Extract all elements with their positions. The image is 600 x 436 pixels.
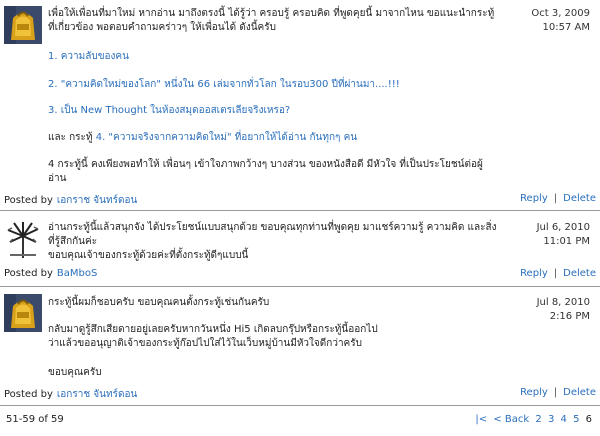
comment-3-footer: Posted by เอกราช จันทร์ดอน Reply | Delete bbox=[0, 384, 600, 403]
separator bbox=[0, 210, 600, 211]
reply-link[interactable]: Reply bbox=[520, 387, 548, 398]
comment-text: ว่าแล้วขออนุญาติเจ้าของกระทู้ก๊อปไปใส่ไว… bbox=[48, 338, 362, 349]
comment-text: กระทู้นี้ผมก็ชอบครับ ขอบคุณคนตั้งกระทู้เ… bbox=[48, 297, 270, 308]
avatar-bag-image bbox=[4, 294, 42, 332]
avatar-palm-image bbox=[4, 220, 42, 258]
comment-2-footer: Posted by BaMboS Reply | Delete bbox=[0, 265, 600, 284]
current-page: 6 bbox=[585, 414, 592, 425]
result-count: 51-59 of 59 bbox=[6, 414, 64, 425]
related-link-3[interactable]: 3. เป็น New Thought ในห้องสมุดออสเตรเลีย… bbox=[48, 104, 498, 118]
delete-link[interactable]: Delete bbox=[563, 268, 596, 279]
reply-link[interactable]: Reply bbox=[520, 193, 548, 204]
separator bbox=[0, 286, 600, 287]
comment-text: กลับมาดูรู้สึกเสียดายอยู่เลยครับหากวันหน… bbox=[48, 324, 378, 335]
posted-by: Posted by เอกราช จันทร์ดอน bbox=[4, 193, 137, 208]
related-line-4: และ กระทู้ 4. "ความจริงจากความคิดใหม่" ท… bbox=[48, 131, 498, 145]
date-line: Jul 6, 2010 bbox=[536, 222, 590, 233]
comment-date: Jul 6, 2010 11:01 PM bbox=[505, 221, 590, 249]
related-link-1[interactable]: 1. ความลับของคน bbox=[48, 50, 498, 64]
comment-date: Oct 3, 2009 10:57 AM bbox=[505, 7, 590, 35]
comment-text: อ่านกระทู้นี้แล้วสนุกจัง ได้ประโยชน์แบบส… bbox=[48, 222, 497, 247]
time-line: 10:57 AM bbox=[542, 22, 590, 33]
first-page-link[interactable]: |< bbox=[475, 414, 487, 425]
reply-link[interactable]: Reply bbox=[520, 268, 548, 279]
related-link-2[interactable]: 2. "ความคิดใหม่ของโลก" หนึ่งใน 66 เล่มจา… bbox=[48, 78, 498, 92]
comment-text: เพื่อให้เพื่อนที่มาใหม่ หากอ่าน มาถึงตรง… bbox=[48, 8, 495, 33]
author-link[interactable]: เอกราช จันทร์ดอน bbox=[57, 389, 137, 400]
author-link[interactable]: BaMboS bbox=[57, 268, 97, 279]
comment-actions: Reply | Delete bbox=[520, 193, 596, 204]
comment-date: Jul 8, 2010 2:16 PM bbox=[505, 296, 590, 324]
page-link[interactable]: 3 bbox=[548, 414, 554, 425]
avatar[interactable] bbox=[4, 6, 42, 44]
line4-prefix: และ กระทู้ bbox=[48, 132, 96, 143]
page-link[interactable]: 2 bbox=[535, 414, 541, 425]
pagination-bar: 51-59 of 59 |< < Back 2 3 4 5 6 bbox=[0, 405, 600, 436]
time-line: 11:01 PM bbox=[543, 236, 590, 247]
posted-by: Posted by เอกราช จันทร์ดอน bbox=[4, 387, 137, 402]
comment-closing: 4 กระทู้นี้ คงเพียงพอทำให้ เพื่อนๆ เข้าใ… bbox=[48, 159, 483, 184]
page-link[interactable]: 5 bbox=[573, 414, 579, 425]
comment-1-footer: Posted by เอกราช จันทร์ดอน Reply | Delete bbox=[0, 190, 600, 209]
back-link[interactable]: < Back bbox=[493, 414, 529, 425]
comment-actions: Reply | Delete bbox=[520, 268, 596, 279]
related-link-4[interactable]: 4. "ความจริงจากความคิดใหม่" ที่อยากให้ได… bbox=[96, 132, 357, 143]
date-line: Oct 3, 2009 bbox=[531, 8, 590, 19]
comment-body: อ่านกระทู้นี้แล้วสนุกจัง ได้ประโยชน์แบบส… bbox=[48, 221, 498, 263]
comment-body: เพื่อให้เพื่อนที่มาใหม่ หากอ่าน มาถึงตรง… bbox=[48, 7, 498, 35]
posted-by-label: Posted by bbox=[4, 389, 53, 400]
pagination: |< < Back 2 3 4 5 6 bbox=[475, 414, 592, 425]
avatar[interactable] bbox=[4, 294, 42, 332]
date-line: Jul 8, 2010 bbox=[536, 297, 590, 308]
avatar[interactable] bbox=[4, 220, 42, 258]
avatar-bag-image bbox=[4, 6, 42, 44]
divider: | bbox=[553, 387, 558, 398]
delete-link[interactable]: Delete bbox=[563, 387, 596, 398]
posted-by-label: Posted by bbox=[4, 195, 53, 206]
divider: | bbox=[553, 193, 558, 204]
posted-by: Posted by BaMboS bbox=[4, 268, 97, 279]
delete-link[interactable]: Delete bbox=[563, 193, 596, 204]
comment-text: ขอบคุณเจ้าของกระทู้ด้วยค่ะที่ตั้งกระทู้ด… bbox=[48, 250, 249, 261]
comment-actions: Reply | Delete bbox=[520, 387, 596, 398]
divider: | bbox=[553, 268, 558, 279]
page-link[interactable]: 4 bbox=[561, 414, 567, 425]
comment-text: ขอบคุณครับ bbox=[48, 367, 102, 378]
posted-by-label: Posted by bbox=[4, 268, 53, 279]
author-link[interactable]: เอกราช จันทร์ดอน bbox=[57, 195, 137, 206]
time-line: 2:16 PM bbox=[549, 311, 590, 322]
